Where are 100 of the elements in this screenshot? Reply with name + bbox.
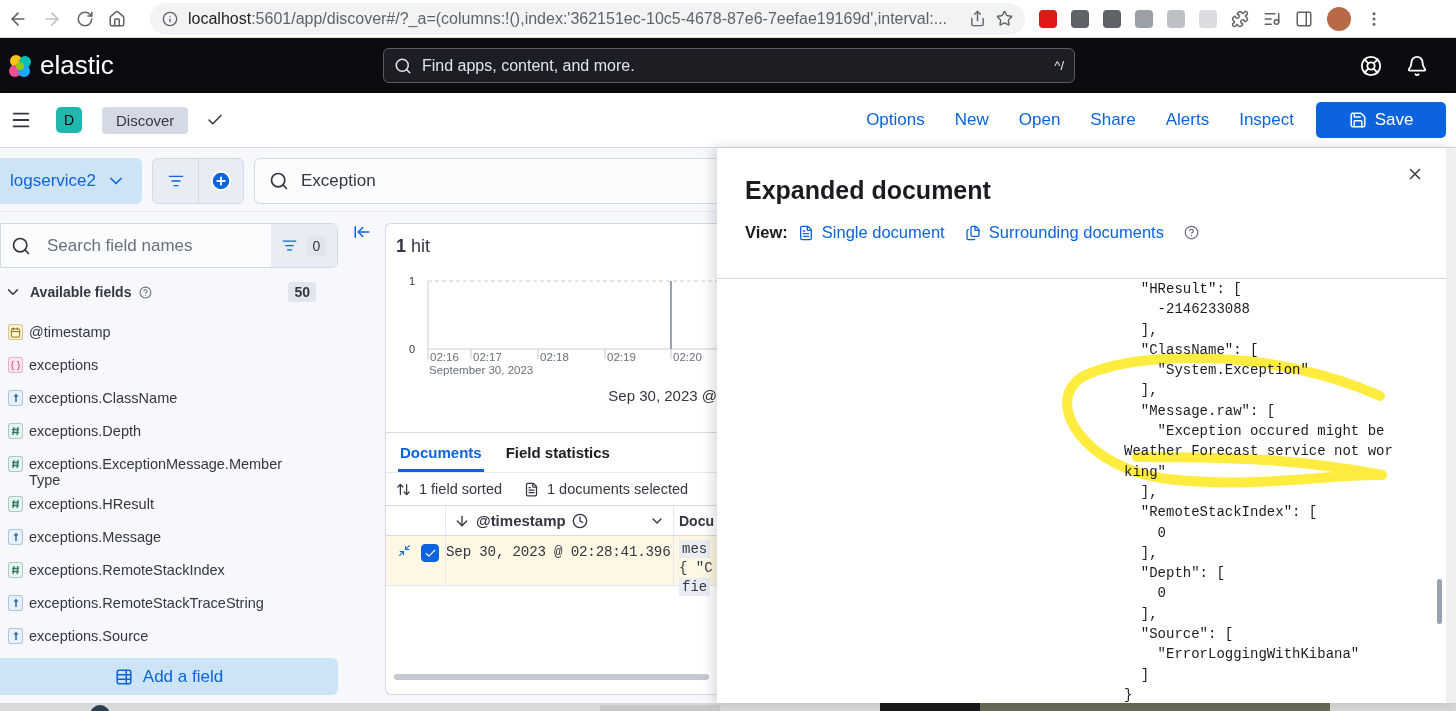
number-type-icon: [8, 456, 23, 472]
space-avatar[interactable]: D: [56, 107, 82, 133]
save-button[interactable]: Save: [1316, 102, 1446, 138]
extension-icon[interactable]: [1103, 9, 1121, 28]
documents-icon: [964, 224, 981, 241]
json-line: "ClassName": [: [1139, 340, 1259, 360]
document-icon: [524, 481, 540, 497]
json-line: "Message.raw": [: [1139, 401, 1276, 421]
extension-icon[interactable]: [1135, 9, 1153, 28]
global-search-field[interactable]: Find apps, content, and more. ^/: [383, 48, 1075, 83]
menu-link[interactable]: New: [954, 110, 989, 130]
x-tick-label: 02:19: [607, 351, 636, 363]
column-header[interactable]: @timestamp: [446, 506, 674, 535]
json-line: "Source": [: [1139, 625, 1234, 645]
help-icon: [1183, 225, 1199, 240]
field-key: fie: [679, 578, 711, 596]
filter-icon: [281, 238, 297, 253]
nested-icon: [8, 357, 23, 373]
field-count: 50: [288, 282, 316, 302]
calendar-icon: [8, 324, 23, 340]
tab[interactable]: Documents: [398, 439, 484, 472]
extension-icon[interactable]: [1071, 9, 1089, 28]
clock-icon: [571, 512, 588, 529]
json-line: 0: [1156, 523, 1166, 543]
y-tick-label: 0: [408, 343, 415, 355]
profile-avatar[interactable]: [1327, 6, 1351, 31]
x-tick-label: 02:20: [673, 351, 702, 363]
menu-link[interactable]: Alerts: [1165, 110, 1210, 130]
field-name[interactable]: exceptions.Source: [29, 628, 289, 644]
menu-link[interactable]: Open: [1018, 110, 1061, 130]
field-name[interactable]: exceptions.RemoteStackIndex: [29, 562, 289, 578]
number-type-icon: [8, 496, 23, 512]
json-line: "ErrorLoggingWithKibana": [1156, 645, 1360, 665]
address-bar[interactable]: localhost:5601/app/discover#/?_a=(columns:!(),index:'362151ec-10c5-4678-87e6-7eefae19169d',interval:...: [150, 2, 1025, 35]
tab[interactable]: Field statistics: [503, 439, 612, 472]
sort-icon[interactable]: [396, 481, 411, 497]
brand-name: elastic: [40, 50, 115, 81]
field-filter-button[interactable]: 0: [271, 224, 337, 267]
collapse-row-icon[interactable]: [398, 544, 411, 557]
view-link[interactable]: Single document: [797, 223, 945, 242]
query-field[interactable]: Exception: [254, 157, 717, 204]
url-text: localhost:5601/app/discover#/?_a=(columns:!(),index:'362151ec-10c5-4678-87e6-7eefae19169d',interval:...: [188, 9, 948, 28]
json-line: 0: [1156, 584, 1166, 604]
json-line: ],: [1139, 320, 1158, 340]
json-line: ],: [1139, 543, 1158, 563]
json-line: ],: [1139, 482, 1158, 502]
json-line: "RemoteStackIndex": [: [1139, 503, 1318, 523]
field-key: mes: [679, 540, 711, 558]
sort-status[interactable]: 1 field sorted: [419, 481, 503, 497]
arrow-left-icon: [352, 223, 371, 241]
add-field-button[interactable]: Add a field: [0, 658, 338, 695]
menu-link[interactable]: Options: [866, 110, 925, 130]
column-header[interactable]: Docu: [674, 506, 716, 535]
field-name[interactable]: exceptions.ExceptionMessage.MemberType: [29, 456, 289, 488]
view-link[interactable]: Surrounding documents: [964, 223, 1164, 242]
breadcrumb[interactable]: Discover: [102, 106, 189, 134]
puzzle-icon[interactable]: [1231, 9, 1249, 28]
document-text: { "C: [679, 560, 713, 576]
number-type-icon: [8, 562, 23, 578]
share-icon[interactable]: [969, 10, 986, 27]
field-name[interactable]: exceptions.ClassName: [29, 390, 289, 406]
search-icon: [269, 170, 289, 191]
data-view-picker[interactable]: logservice2: [0, 157, 142, 204]
help-icon: [139, 285, 153, 299]
bell-icon[interactable]: [1406, 54, 1428, 77]
search-icon: [394, 56, 412, 75]
extension-icon[interactable]: [1039, 9, 1057, 28]
plus-icon: [210, 169, 232, 192]
field-search-field[interactable]: Search field names 0: [0, 223, 338, 268]
field-name[interactable]: exceptions.HResult: [29, 496, 289, 512]
side-panel-icon[interactable]: [1295, 9, 1313, 28]
json-line: -2146233088: [1156, 300, 1251, 320]
flyout-title: Expanded document: [745, 176, 992, 205]
time-range-label: Sep 30, 2023 @: [607, 386, 717, 404]
menu-link[interactable]: Share: [1090, 110, 1136, 130]
info-icon: [162, 10, 178, 27]
field-name[interactable]: exceptions.Message: [29, 529, 289, 545]
document-icon: [797, 224, 814, 241]
histogram-chart: 0 1 02:16 02:17 02:18 02:19 02:20 September 30, 2023: [386, 269, 717, 379]
json-line: ]: [1139, 665, 1150, 685]
reload-icon[interactable]: [76, 9, 94, 28]
bookmark-star-icon[interactable]: [996, 10, 1013, 27]
field-name[interactable]: @timestamp: [29, 324, 289, 340]
field-name[interactable]: exceptions.RemoteStackTraceString: [29, 595, 289, 611]
json-line: ],: [1139, 604, 1158, 624]
json-line: }: [1124, 685, 1133, 703]
y-tick-label: 1: [408, 275, 415, 287]
help-icon[interactable]: [1360, 54, 1382, 77]
table-icon: [114, 667, 133, 686]
timestamp-cell: Sep 30, 2023 @ 02:28:41.396: [446, 536, 674, 585]
home-icon[interactable]: [108, 9, 126, 28]
field-name[interactable]: exceptions.Depth: [29, 423, 289, 439]
json-line: "HResult": [: [1139, 280, 1242, 299]
number-type-icon: [8, 423, 23, 439]
field-name[interactable]: exceptions: [29, 357, 289, 373]
menu-link[interactable]: Inspect: [1239, 110, 1294, 130]
section-title: Available fields: [30, 284, 132, 300]
selection-status[interactable]: 1 documents selected: [547, 481, 689, 497]
row-checkbox[interactable]: [421, 544, 439, 562]
json-line: "Depth": [: [1139, 564, 1225, 584]
